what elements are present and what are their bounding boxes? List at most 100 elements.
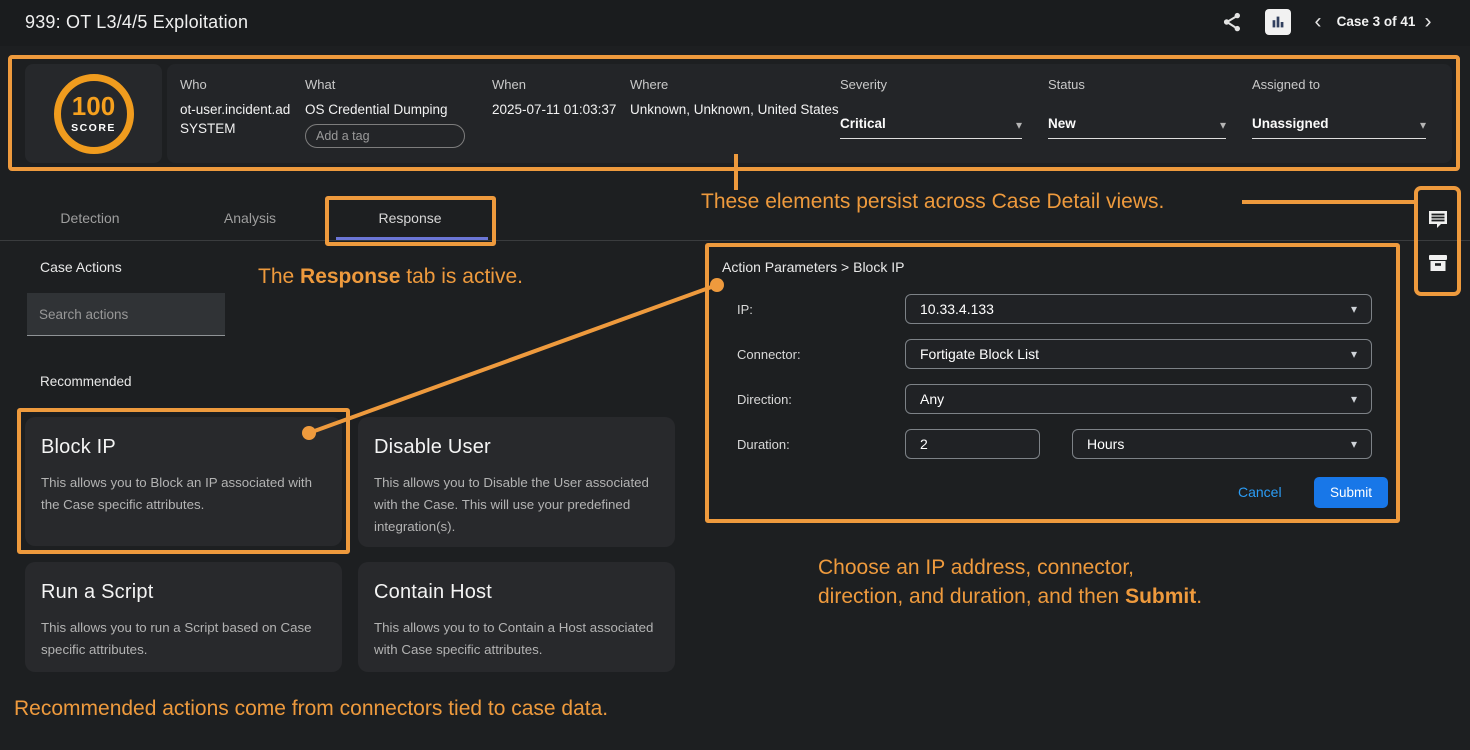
annotation-bold-text: Submit <box>1125 585 1196 608</box>
card-description: This allows you to Block an IP associate… <box>41 472 332 516</box>
action-card-disable-user[interactable]: Disable User This allows you to Disable … <box>358 417 675 547</box>
tabs-divider <box>0 240 1470 241</box>
caret-down-icon: ▾ <box>1351 347 1357 361</box>
connector-select[interactable]: Fortigate Block List ▾ <box>905 339 1372 369</box>
who-label: Who <box>180 77 290 92</box>
caret-down-icon: ▾ <box>1016 119 1022 131</box>
annotation-choose-line1: Choose an IP address, connector, <box>818 556 1134 580</box>
bar-chart-icon <box>1269 13 1287 31</box>
action-card-run-script[interactable]: Run a Script This allows you to run a Sc… <box>25 562 342 672</box>
when-label: When <box>492 77 616 92</box>
who-user: ot-user.incident.ad <box>180 100 290 119</box>
cancel-button[interactable]: Cancel <box>1238 484 1282 500</box>
connector-value: Fortigate Block List <box>920 346 1039 362</box>
comments-button[interactable] <box>1427 209 1449 230</box>
card-title: Disable User <box>374 436 665 459</box>
score-label: SCORE <box>71 122 116 134</box>
where-column: Where Unknown, Unknown, United States <box>630 77 839 119</box>
assigned-label: Assigned to <box>1252 77 1426 92</box>
caret-down-icon: ▾ <box>1351 437 1357 451</box>
caret-down-icon: ▾ <box>1420 119 1426 131</box>
caret-down-icon: ▾ <box>1351 302 1357 316</box>
tab-detection[interactable]: Detection <box>10 197 170 240</box>
card-description: This allows you to to Contain a Host ass… <box>374 617 665 661</box>
archive-button[interactable] <box>1428 253 1448 273</box>
tab-response[interactable]: Response <box>330 197 490 240</box>
recommended-section-label: Recommended <box>40 374 132 389</box>
where-label: Where <box>630 77 839 92</box>
who-account: SYSTEM <box>180 119 290 138</box>
action-parameters-breadcrumb: Action Parameters > Block IP <box>722 259 904 275</box>
severity-value: Critical <box>840 116 886 131</box>
archive-icon <box>1428 253 1448 273</box>
what-value: OS Credential Dumping <box>305 100 465 119</box>
caret-down-icon: ▾ <box>1220 119 1226 131</box>
severity-dropdown[interactable]: Critical ▾ <box>840 116 1022 139</box>
card-title: Contain Host <box>374 581 665 604</box>
page-title: 939: OT L3/4/5 Exploitation <box>25 12 248 33</box>
connector-field-label: Connector: <box>737 347 801 362</box>
annotation-box-action-parameters <box>705 243 1400 523</box>
annotation-text: tab is active. <box>400 265 523 288</box>
card-description: This allows you to Disable the User asso… <box>374 472 665 538</box>
active-tab-indicator <box>336 237 488 240</box>
score-card: 100 SCORE <box>25 64 162 163</box>
share-button[interactable] <box>1220 10 1246 36</box>
direction-select[interactable]: Any ▾ <box>905 384 1372 414</box>
who-column: Who ot-user.incident.ad SYSTEM <box>180 77 290 138</box>
what-label: What <box>305 77 465 92</box>
card-title: Run a Script <box>41 581 332 604</box>
top-bar: 939: OT L3/4/5 Exploitation ‹ Case 3 of … <box>0 0 1470 46</box>
status-label: Status <box>1048 77 1226 92</box>
duration-value-input[interactable] <box>905 429 1040 459</box>
next-case-button[interactable]: › <box>1418 8 1438 36</box>
annotation-recommended: Recommended actions come from connectors… <box>14 697 608 721</box>
score-value: 100 <box>72 93 115 119</box>
comment-icon <box>1427 209 1449 230</box>
when-value: 2025-07-11 01:03:37 <box>492 100 616 119</box>
direction-value: Any <box>920 391 944 407</box>
where-value: Unknown, Unknown, United States <box>630 100 839 119</box>
severity-label: Severity <box>840 77 1022 92</box>
duration-unit-select[interactable]: Hours ▾ <box>1072 429 1372 459</box>
chart-view-button[interactable] <box>1265 9 1291 35</box>
annotation-choose-line2: direction, and duration, and then Submit… <box>818 585 1202 609</box>
ip-select[interactable]: 10.33.4.133 ▾ <box>905 294 1372 324</box>
prev-case-button[interactable]: ‹ <box>1308 8 1328 36</box>
annotation-persist: These elements persist across Case Detai… <box>701 190 1164 214</box>
score-ring: 100 SCORE <box>54 74 134 154</box>
ip-value: 10.33.4.133 <box>920 301 994 317</box>
annotation-response-tab: The Response tab is active. <box>258 265 523 289</box>
assigned-value: Unassigned <box>1252 116 1329 131</box>
assigned-column: Assigned to Unassigned ▾ <box>1252 77 1426 139</box>
severity-column: Severity Critical ▾ <box>840 77 1022 139</box>
card-description: This allows you to run a Script based on… <box>41 617 332 661</box>
action-card-contain-host[interactable]: Contain Host This allows you to to Conta… <box>358 562 675 672</box>
annotation-text: direction, and duration, and then <box>818 585 1125 608</box>
duration-unit-value: Hours <box>1087 436 1124 452</box>
submit-button[interactable]: Submit <box>1314 477 1388 508</box>
status-value: New <box>1048 116 1076 131</box>
annotation-text: . <box>1196 585 1202 608</box>
status-dropdown[interactable]: New ▾ <box>1048 116 1226 139</box>
case-actions-title: Case Actions <box>40 259 122 275</box>
card-title: Block IP <box>41 436 332 459</box>
action-card-block-ip[interactable]: Block IP This allows you to Block an IP … <box>25 417 342 546</box>
what-column: What OS Credential Dumping <box>305 77 465 148</box>
search-actions-input[interactable] <box>27 293 225 336</box>
annotation-text: The <box>258 265 300 288</box>
assigned-dropdown[interactable]: Unassigned ▾ <box>1252 116 1426 139</box>
status-column: Status New ▾ <box>1048 77 1226 139</box>
annotation-bold-text: Response <box>300 265 400 288</box>
when-column: When 2025-07-11 01:03:37 <box>492 77 616 119</box>
caret-down-icon: ▾ <box>1351 392 1357 406</box>
add-tag-input[interactable] <box>305 124 465 148</box>
case-detail-page: 939: OT L3/4/5 Exploitation ‹ Case 3 of … <box>0 0 1470 750</box>
who-value: ot-user.incident.ad SYSTEM <box>180 100 290 138</box>
duration-field-label: Duration: <box>737 437 790 452</box>
ip-field-label: IP: <box>737 302 753 317</box>
direction-field-label: Direction: <box>737 392 792 407</box>
side-toolbar <box>1414 186 1461 296</box>
tab-analysis[interactable]: Analysis <box>170 197 330 240</box>
share-icon <box>1220 10 1244 34</box>
